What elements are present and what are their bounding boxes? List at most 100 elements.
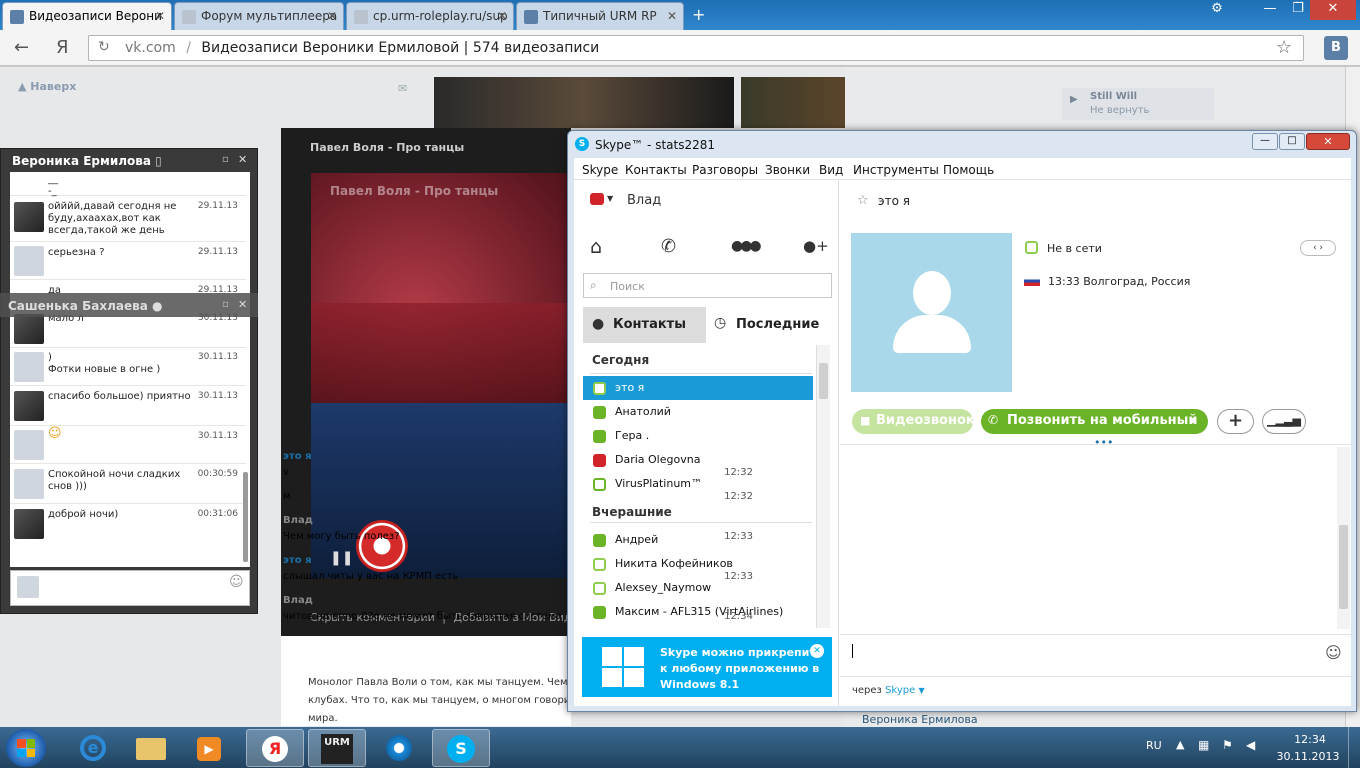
urm-icon[interactable]: URM (308, 729, 366, 767)
chevron-down-icon[interactable]: ▼ (1190, 416, 1196, 425)
maximize-icon[interactable]: □ (1279, 133, 1305, 150)
status-offline-icon (593, 582, 606, 595)
search-input[interactable]: Поиск (583, 273, 832, 298)
contact-row[interactable]: Гера . (583, 424, 813, 448)
contacts-scrollbar[interactable] (816, 345, 830, 628)
clock-time[interactable]: 12:34 (1290, 733, 1330, 746)
tab-close-icon[interactable]: ✕ (667, 9, 677, 23)
reload-icon[interactable]: ↻ (98, 39, 110, 55)
audio-player[interactable]: ▶ Still Will Не вернуть (1062, 88, 1214, 120)
add-button[interactable]: + (1217, 409, 1254, 434)
menu-skype[interactable]: Skype (582, 163, 618, 177)
tab-typical-urm[interactable]: Типичный URM RP ✕ (516, 2, 684, 30)
call-quality-icon[interactable]: ▁▂▃▅ (1262, 409, 1306, 434)
close-chat-icon[interactable]: ✕ (238, 298, 247, 311)
close-chat-icon[interactable]: ✕ (238, 153, 247, 166)
network-icon[interactable]: ▦ (1198, 738, 1209, 752)
tab-cp-urm[interactable]: cp.urm-roleplay.ru/sup ✕ (346, 2, 514, 30)
chevron-down-icon[interactable]: ▼ (607, 194, 613, 203)
call-mobile-button[interactable]: Позвонить на мобильный (981, 409, 1208, 434)
search-icon: ⌕ (590, 278, 597, 292)
tab-close-icon[interactable]: ✕ (497, 9, 507, 23)
flag-icon[interactable]: ⚑ (1222, 738, 1233, 752)
camera-icon[interactable] (14, 246, 44, 276)
promo-banner[interactable]: Skype можно прикрепить к любому приложен… (582, 637, 832, 697)
author-link[interactable]: Вероника Ермилова (862, 713, 978, 726)
camera-icon[interactable] (14, 430, 44, 460)
close-promo-icon[interactable]: ✕ (810, 644, 824, 658)
ie-icon[interactable]: e (64, 729, 122, 767)
vk-favicon (524, 10, 538, 24)
emoticon-icon[interactable]: ☺ (1325, 643, 1342, 662)
conversation-scrollbar[interactable] (1337, 447, 1350, 629)
mail-icon[interactable]: ✉ (398, 82, 407, 95)
language-indicator[interactable]: RU (1146, 739, 1162, 752)
minimize-icon[interactable]: — (1252, 133, 1278, 150)
chat-window-sashenka[interactable]: Сашенька Бахлаева ● ▫ ✕ (0, 293, 258, 317)
menu-view[interactable]: Вид (819, 163, 843, 177)
yandex-button[interactable]: Я (56, 37, 69, 58)
favorite-star-icon[interactable]: ☆ (857, 193, 869, 208)
tab-close-icon[interactable]: ✕ (327, 9, 337, 23)
explorer-icon[interactable] (122, 729, 180, 767)
close-window-icon[interactable]: ✕ (1310, 0, 1356, 20)
pane-divider[interactable] (838, 181, 839, 706)
add-contact-icon[interactable]: ●+ (803, 237, 829, 255)
via-selector[interactable]: через Skype ▼ (852, 685, 925, 696)
camera-icon[interactable] (14, 352, 44, 382)
minimize-chat-icon[interactable]: ▫ (222, 299, 229, 310)
tray-expand-icon[interactable]: ▲ (1176, 738, 1184, 751)
profile-local-time: 13:33 Волгоград, Россия (1048, 275, 1191, 288)
tab-label: cp.urm-roleplay.ru/sup (373, 9, 508, 23)
chat-input[interactable]: ☺ (10, 570, 250, 606)
app-icon[interactable] (370, 729, 428, 767)
show-desktop-button[interactable] (1348, 727, 1360, 768)
gear-icon[interactable]: ⚙ (1200, 0, 1234, 20)
yandex-browser-icon[interactable]: Я (246, 729, 304, 767)
bookmark-star-icon[interactable]: ☆ (1276, 37, 1292, 58)
video-thumbnail[interactable] (434, 77, 734, 128)
menu-contacts[interactable]: Контакты (625, 163, 687, 177)
profile-pager[interactable]: ‹ › (1300, 240, 1336, 256)
menu-conversations[interactable]: Разговоры (692, 163, 758, 177)
message-line: слышал читы у вас на КРМП есть 12:33 (283, 571, 753, 582)
media-player-icon[interactable]: ▶ (180, 729, 238, 767)
menu-calls[interactable]: Звонки (765, 163, 810, 177)
play-icon[interactable]: ▶ (1070, 94, 1078, 105)
skype-taskbar-icon[interactable]: S (432, 729, 490, 767)
clock-date[interactable]: 30.11.2013 (1276, 750, 1340, 763)
close-window-icon[interactable]: ✕ (1306, 133, 1350, 150)
avatar[interactable] (14, 391, 44, 421)
contact-row[interactable]: это я (583, 376, 813, 400)
address-bar[interactable]: vk.com / Видеозаписи Вероники Ермиловой … (88, 35, 1304, 61)
video-title: Павел Воля - Про танцы (310, 141, 465, 154)
camera-icon[interactable] (17, 576, 39, 598)
volume-icon[interactable]: ◀ (1246, 738, 1255, 752)
smiley-icon[interactable]: ☺ (229, 574, 244, 590)
contact-row[interactable]: Анатолий (583, 400, 813, 424)
new-tab-icon[interactable]: + (692, 5, 705, 24)
tab-vk-videos[interactable]: Видеозаписи Верони ✕ (2, 2, 172, 30)
avatar[interactable] (14, 314, 44, 344)
avatar[interactable] (14, 202, 44, 232)
back-arrow-icon[interactable]: ← (14, 37, 29, 58)
minimize-chat-icon[interactable]: ▫ (222, 154, 229, 165)
group-icon[interactable]: ●●● (731, 238, 762, 254)
menu-tools[interactable]: Инструменты (853, 163, 939, 177)
camera-icon[interactable] (14, 469, 44, 499)
phone-icon[interactable]: ✆ (661, 236, 676, 257)
back-to-top-link[interactable]: ▲ Наверх (18, 80, 76, 93)
message-line: м 12:32 (283, 491, 753, 502)
status-dnd-icon[interactable] (590, 193, 604, 205)
tab-forum[interactable]: Форум мультиплеера ✕ (174, 2, 344, 30)
avatar[interactable] (14, 509, 44, 539)
chat-scrollbar[interactable] (243, 472, 248, 562)
more-dots[interactable]: ••• (1094, 436, 1113, 449)
vk-extension-button[interactable]: В (1324, 36, 1348, 60)
start-button[interactable] (6, 729, 46, 767)
skype-user-name[interactable]: Влад (627, 193, 661, 208)
menu-help[interactable]: Помощь (943, 163, 994, 177)
tab-close-icon[interactable]: ✕ (155, 9, 165, 23)
home-icon[interactable]: ⌂ (590, 236, 602, 258)
message-input[interactable] (850, 640, 1330, 668)
